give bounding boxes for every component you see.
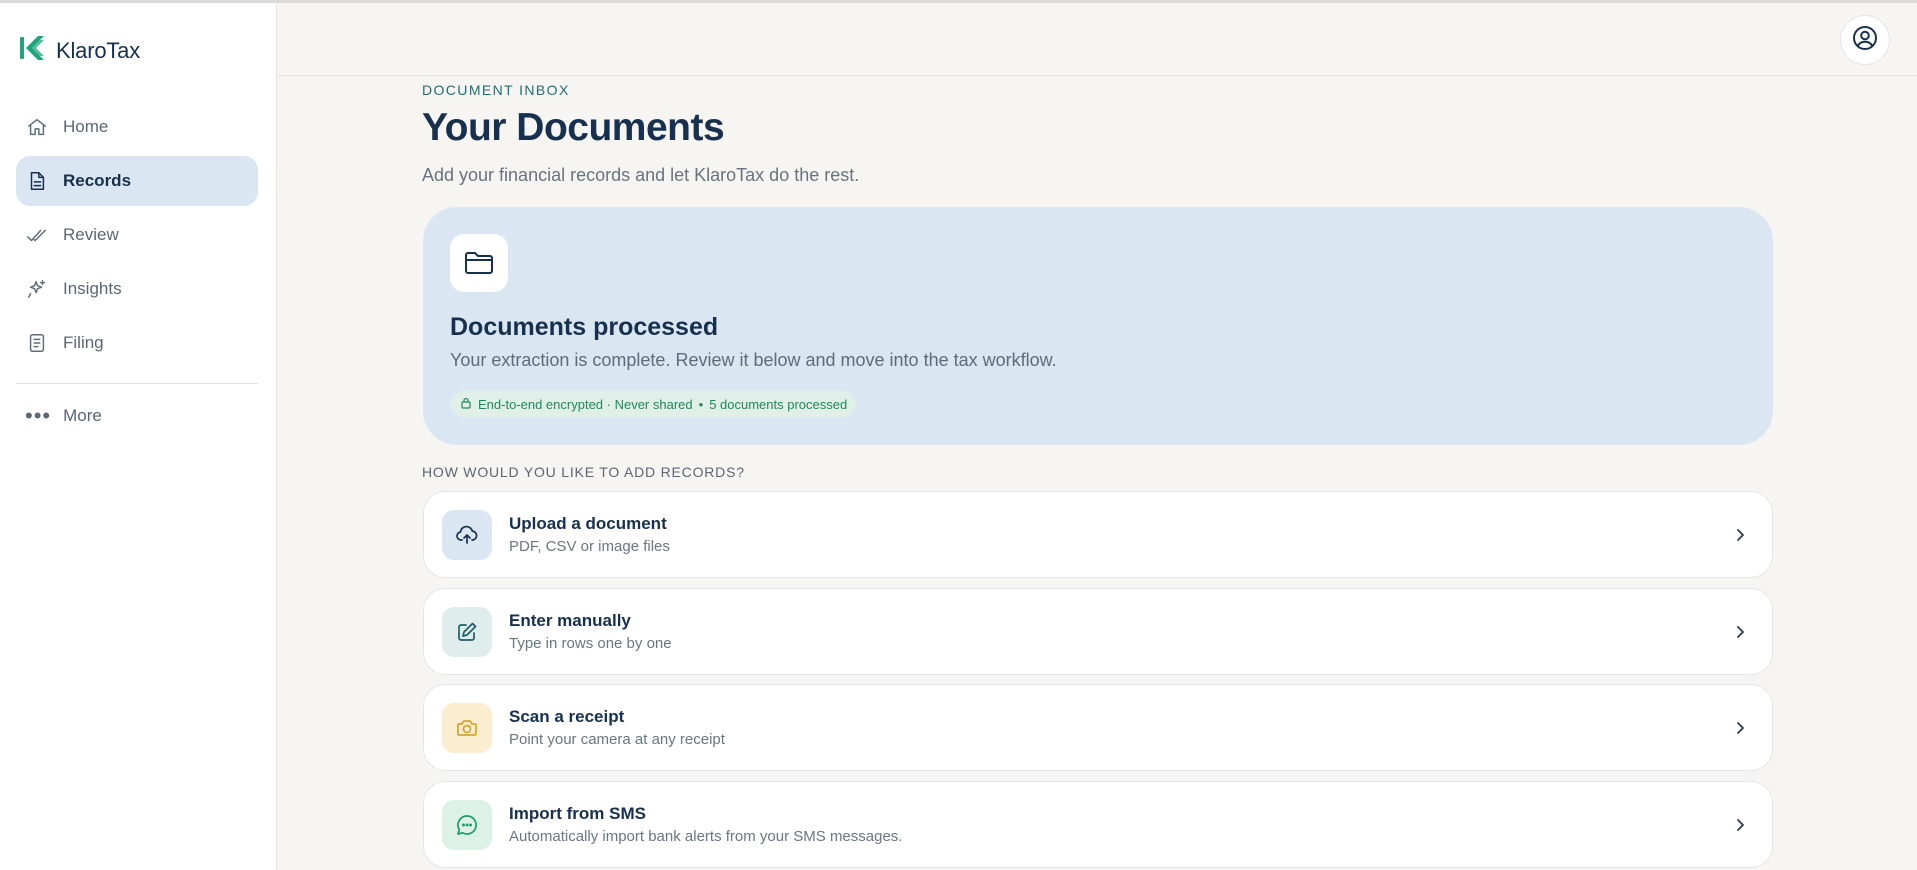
status-badge: End-to-end encrypted · Never shared • 5 … [450, 391, 857, 417]
chevron-right-icon [1730, 525, 1750, 545]
option-subtitle: Automatically import bank alerts from yo… [509, 828, 903, 845]
option-subtitle: Point your camera at any receipt [509, 731, 725, 748]
badge-security-text: End-to-end encrypted · Never shared [478, 396, 693, 412]
brand-logo[interactable]: KlaroTax [18, 33, 140, 68]
sidebar-item-label: Filing [63, 333, 104, 352]
sidebar-more-button[interactable]: ••• More [25, 403, 102, 428]
folder-icon [450, 234, 508, 292]
more-label: More [63, 406, 102, 425]
klarotax-logo-icon [18, 33, 48, 68]
page-eyebrow: DOCUMENT INBOX [422, 82, 570, 98]
page-title: Your Documents [422, 106, 725, 149]
sidebar-divider [16, 383, 258, 384]
status-description: Your extraction is complete. Review it b… [450, 350, 1057, 370]
option-subtitle: PDF, CSV or image files [509, 538, 670, 555]
option-title: Scan a receipt [509, 707, 625, 726]
upload-document-option[interactable]: Upload a document PDF, CSV or image file… [423, 491, 1773, 578]
account-button[interactable] [1840, 15, 1890, 65]
add-records-section-label: HOW WOULD YOU LIKE TO ADD RECORDS? [422, 464, 745, 480]
chevron-right-icon [1730, 815, 1750, 835]
file-text-icon [25, 331, 49, 355]
option-title: Enter manually [509, 611, 631, 630]
enter-manually-option[interactable]: Enter manually Type in rows one by one [423, 588, 1773, 675]
home-icon [25, 115, 49, 139]
sidebar-item-label: Home [63, 117, 109, 136]
import-sms-option[interactable]: Import from SMS Automatically import ban… [423, 781, 1773, 868]
message-icon [442, 800, 492, 850]
edit-icon [442, 607, 492, 657]
sidebar-item-label: Insights [63, 279, 122, 298]
user-circle-icon [1852, 25, 1878, 56]
brand-name: KlaroTax [56, 37, 140, 63]
page-subtitle: Add your financial records and let Klaro… [422, 165, 860, 185]
option-title: Import from SMS [509, 804, 646, 823]
sidebar-item-home[interactable]: Home [16, 102, 258, 152]
top-header [278, 3, 1917, 76]
chevron-right-icon [1730, 622, 1750, 642]
more-dots-icon: ••• [25, 403, 52, 428]
cloud-upload-icon [442, 510, 492, 560]
document-icon [25, 169, 49, 193]
chevron-right-icon [1730, 718, 1750, 738]
sidebar-item-records[interactable]: Records [16, 156, 258, 206]
sidebar-item-label: Records [63, 171, 132, 190]
sidebar-item-filing[interactable]: Filing [16, 318, 258, 368]
camera-icon [442, 703, 492, 753]
option-subtitle: Type in rows one by one [509, 635, 672, 652]
sparkles-icon [25, 277, 49, 301]
status-title: Documents processed [450, 313, 719, 341]
scan-receipt-option[interactable]: Scan a receipt Point your camera at any … [423, 684, 1773, 771]
lock-icon [460, 397, 478, 412]
processing-status-card: Documents processed Your extraction is c… [423, 207, 1773, 445]
badge-document-count: 5 documents processed [709, 396, 848, 412]
sidebar-item-review[interactable]: Review [16, 210, 258, 260]
double-check-icon [25, 223, 49, 247]
sidebar-nav: Home Records Review Insights Filing [16, 102, 258, 372]
sidebar-item-label: Review [63, 225, 119, 244]
badge-separator: • [698, 396, 704, 412]
sidebar-item-insights[interactable]: Insights [16, 264, 258, 314]
sidebar: KlaroTax Home Records Review Insights Fi… [0, 3, 277, 870]
option-title: Upload a document [509, 514, 667, 533]
